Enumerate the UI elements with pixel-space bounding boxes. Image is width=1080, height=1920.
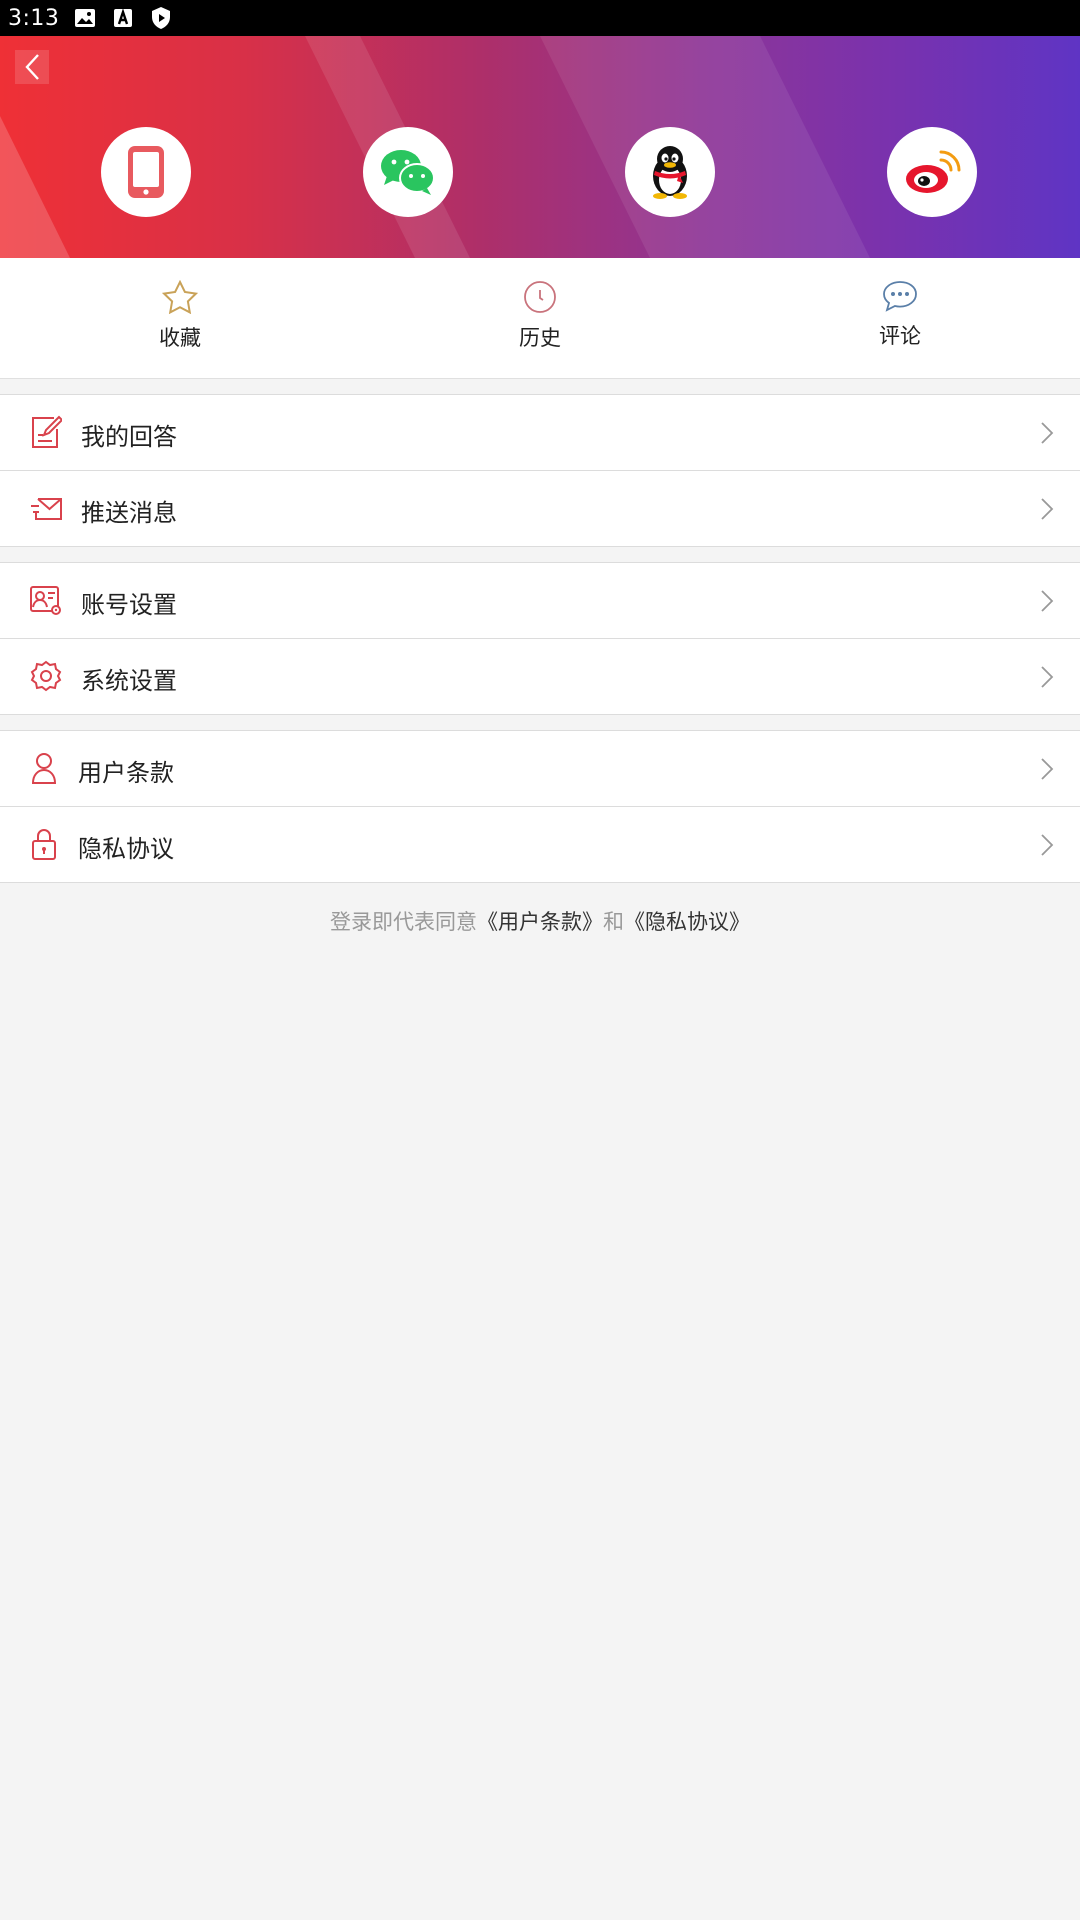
qq-login-button[interactable] [625,127,715,217]
agreement-prefix: 登录即代表同意 [330,910,477,934]
menu-label-system-settings: 系统设置 [81,667,177,695]
status-bar: 3:13 [0,0,1080,36]
favorites-label: 收藏 [159,326,201,350]
agreement-conjunction: 和 [603,910,624,934]
edit-answer-icon [30,415,62,449]
lock-icon [30,827,62,861]
favorites-button[interactable]: 收藏 [120,280,240,352]
chevron-right-icon [1041,422,1054,444]
agreement-note: 登录即代表同意《用户条款》和《隐私协议》 [0,906,1080,936]
shield-play-icon [149,6,173,30]
image-icon [73,6,97,30]
phone-icon [128,146,164,198]
chevron-right-icon [1041,666,1054,688]
menu-group-legal: 用户条款 隐私协议 [0,730,1080,883]
user-terms-link[interactable]: 《用户条款》 [477,910,603,934]
weibo-login-button[interactable] [887,127,977,217]
quick-actions-bar: 收藏 历史 评论 [0,258,1080,379]
status-time: 3:13 [8,5,60,31]
menu-label-my-answers: 我的回答 [81,423,177,451]
menu-label-account-settings: 账号设置 [81,591,177,619]
menu-label-privacy-policy: 隐私协议 [78,835,174,863]
menu-group-activity: 我的回答 推送消息 [0,394,1080,547]
comments-label: 评论 [879,324,921,348]
qq-penguin-icon [653,146,687,199]
font-a-icon [111,6,135,30]
history-label: 历史 [519,326,561,350]
menu-label-push-messages: 推送消息 [81,499,177,527]
comment-bubble-icon [883,281,917,312]
comments-button[interactable]: 评论 [840,280,960,350]
clock-icon [524,281,556,313]
menu-label-user-terms: 用户条款 [78,759,174,787]
chevron-right-icon [1041,590,1054,612]
phone-login-button[interactable] [101,127,191,217]
wechat-login-button[interactable] [363,127,453,217]
user-icon [30,751,62,785]
privacy-policy-link[interactable]: 《隐私协议》 [624,910,750,934]
account-settings-icon [30,583,62,617]
menu-item-push-messages[interactable]: 推送消息 [0,470,1080,546]
menu-item-system-settings[interactable]: 系统设置 [0,638,1080,714]
gear-icon [30,659,62,693]
weibo-icon [906,150,961,193]
envelope-send-icon [30,491,62,525]
chevron-right-icon [1041,758,1054,780]
menu-item-account-settings[interactable]: 账号设置 [0,563,1080,638]
menu-item-privacy-policy[interactable]: 隐私协议 [0,806,1080,882]
chevron-right-icon [1041,834,1054,856]
chevron-right-icon [1041,498,1054,520]
login-header [0,36,1080,258]
back-button[interactable] [15,50,49,84]
star-icon [162,280,198,314]
menu-group-settings: 账号设置 系统设置 [0,562,1080,715]
chevron-left-icon [25,54,39,80]
menu-item-my-answers[interactable]: 我的回答 [0,395,1080,470]
history-button[interactable]: 历史 [480,280,600,352]
menu-item-user-terms[interactable]: 用户条款 [0,731,1080,806]
wechat-icon [381,150,435,195]
